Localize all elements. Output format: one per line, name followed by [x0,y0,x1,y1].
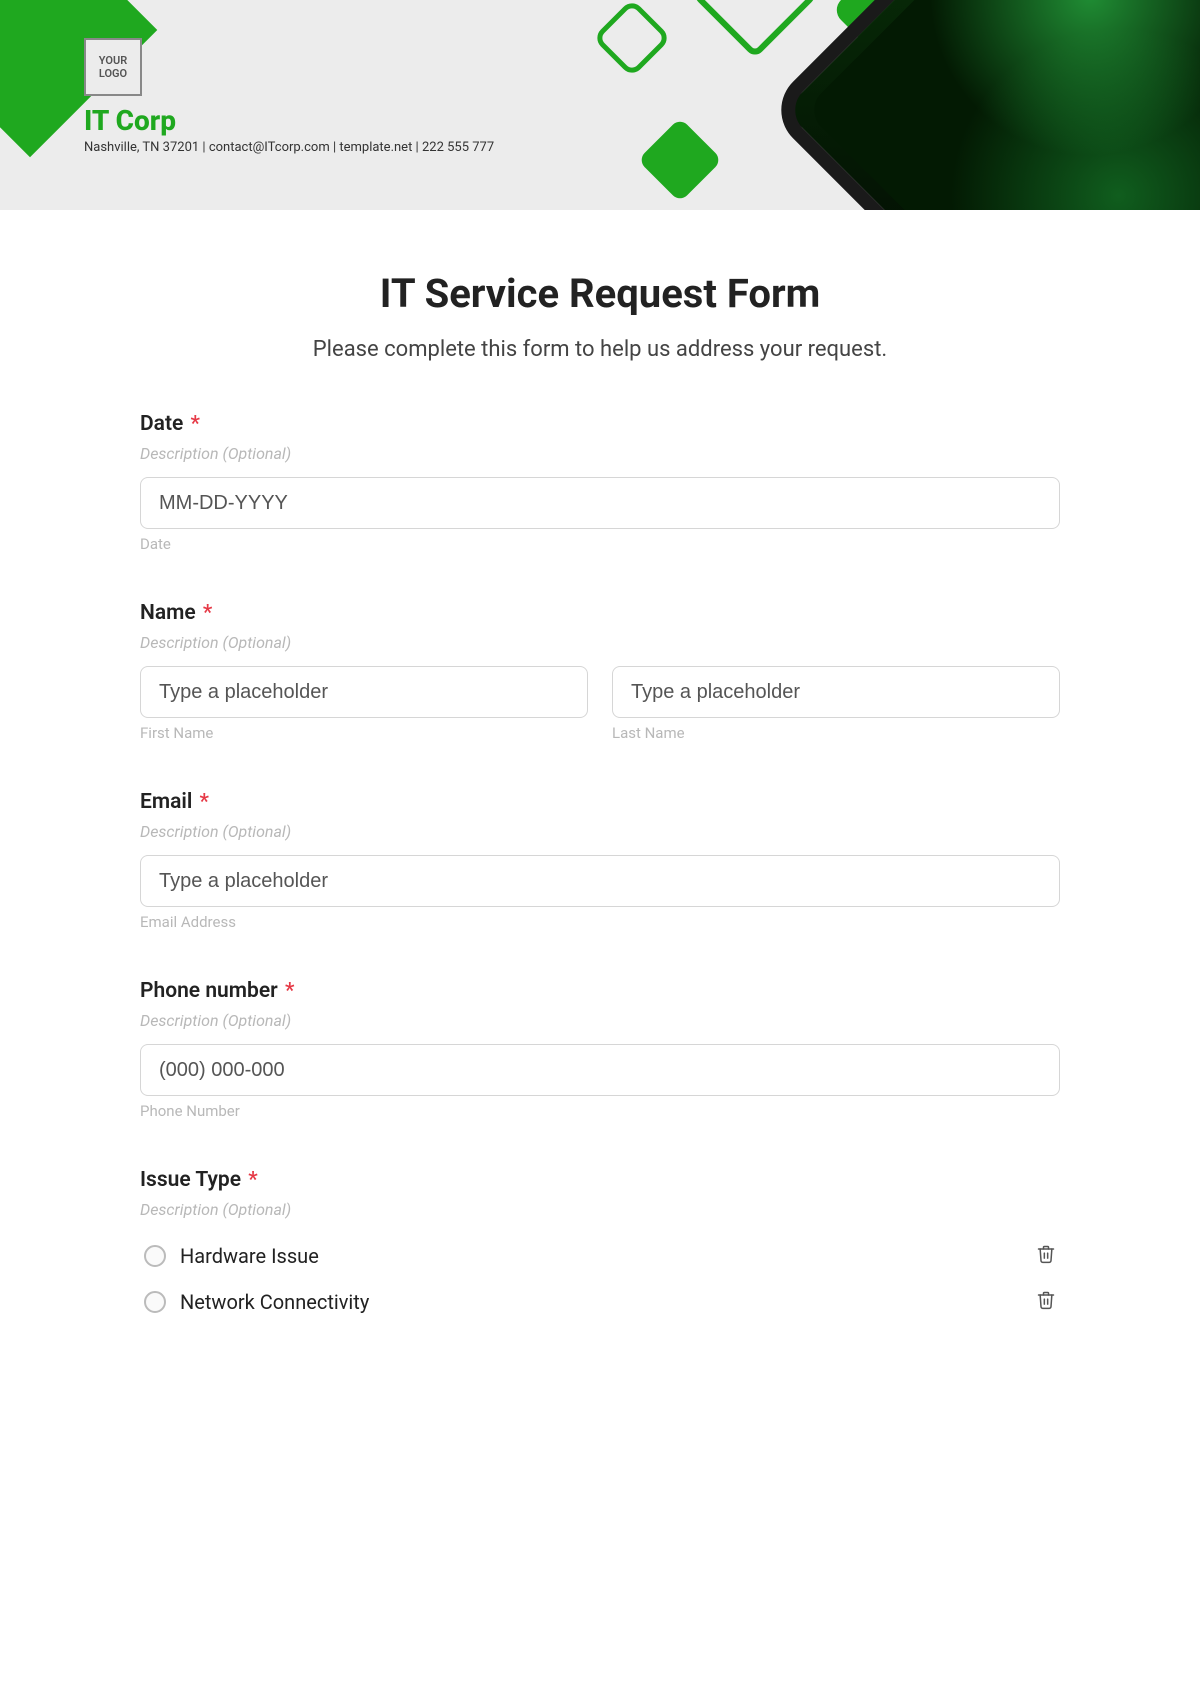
required-asterisk: * [285,979,294,1003]
date-sublabel: Date [140,535,1060,553]
label-text: Name [140,601,196,625]
issue-option-row: Network Connectivity [140,1279,1060,1325]
email-input[interactable] [140,855,1060,907]
phone-input[interactable] [140,1044,1060,1096]
label-text: Email [140,790,192,814]
name-label: Name * [140,601,1060,625]
required-asterisk: * [248,1168,257,1192]
date-label: Date * [140,412,1060,436]
field-email: Email * Description (Optional) Email Add… [140,790,1060,931]
date-description[interactable]: Description (Optional) [140,444,1060,463]
green-decoration [592,0,671,78]
green-decoration [638,118,723,203]
phone-description[interactable]: Description (Optional) [140,1011,1060,1030]
form-subtitle: Please complete this form to help us add… [140,337,1060,362]
radio-button[interactable] [144,1245,166,1267]
logo-placeholder: YOUR LOGO [84,38,142,96]
trash-icon[interactable] [1036,1243,1056,1269]
form-area: IT Service Request Form Please complete … [0,210,1200,1375]
email-sublabel: Email Address [140,913,1060,931]
issue-option-label[interactable]: Hardware Issue [180,1244,319,1268]
form-title: IT Service Request Form [140,270,1060,317]
label-text: Phone number [140,979,278,1003]
email-description[interactable]: Description (Optional) [140,822,1060,841]
company-info: Nashville, TN 37201 | contact@ITcorp.com… [84,140,494,155]
device-graphic [765,0,1200,210]
last-name-sublabel: Last Name [612,724,1060,742]
phone-label: Phone number * [140,979,1060,1003]
field-date: Date * Description (Optional) Date [140,412,1060,553]
last-name-input[interactable] [612,666,1060,718]
radio-button[interactable] [144,1291,166,1313]
email-label: Email * [140,790,1060,814]
issue-option-row: Hardware Issue [140,1233,1060,1279]
first-name-input[interactable] [140,666,588,718]
name-description[interactable]: Description (Optional) [140,633,1060,652]
required-asterisk: * [203,601,212,625]
green-decoration [691,0,818,59]
phone-sublabel: Phone Number [140,1102,1060,1120]
required-asterisk: * [191,412,200,436]
issue-type-label: Issue Type * [140,1168,1060,1192]
issue-type-description[interactable]: Description (Optional) [140,1200,1060,1219]
field-name: Name * Description (Optional) First Name… [140,601,1060,742]
field-phone: Phone number * Description (Optional) Ph… [140,979,1060,1120]
field-issue-type: Issue Type * Description (Optional) Hard… [140,1168,1060,1325]
required-asterisk: * [200,790,209,814]
header-banner: YOUR LOGO IT Corp Nashville, TN 37201 | … [0,0,1200,210]
issue-option-label[interactable]: Network Connectivity [180,1290,369,1314]
company-name: IT Corp [84,104,176,137]
date-input[interactable] [140,477,1060,529]
label-text: Issue Type [140,1168,241,1192]
first-name-sublabel: First Name [140,724,588,742]
trash-icon[interactable] [1036,1289,1056,1315]
label-text: Date [140,412,183,436]
